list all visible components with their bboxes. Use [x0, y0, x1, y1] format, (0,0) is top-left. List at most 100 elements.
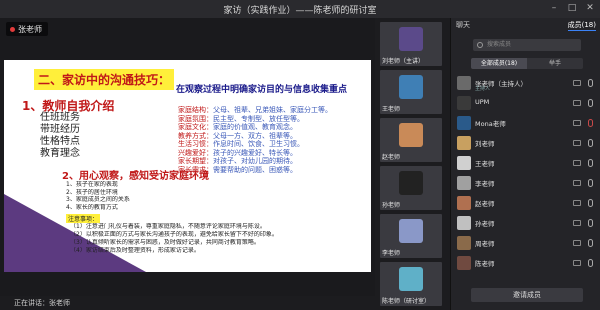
member-row[interactable]: 李老师 — [451, 173, 600, 193]
section2-line: 3、家庭成员之间的关系 — [66, 196, 130, 203]
member-row[interactable]: 周老师 — [451, 233, 600, 253]
tile-name: 刘老师（主讲） — [382, 58, 425, 65]
minimize-icon[interactable]: – — [548, 2, 560, 14]
avatar — [457, 216, 471, 230]
camera-icon[interactable] — [573, 100, 581, 106]
tab-chat[interactable]: 聊天 — [456, 20, 470, 30]
section1-line: 带班经历 — [40, 124, 80, 135]
camera-icon[interactable] — [573, 140, 581, 146]
video-tile[interactable]: 李老师 — [380, 214, 442, 258]
member-name: 刘老师 — [475, 140, 495, 148]
factor-row: 家庭氛围：民主型、专制型、放任型等。 — [178, 114, 304, 123]
camera-icon[interactable] — [573, 220, 581, 226]
mic-icon[interactable] — [588, 259, 593, 267]
video-tile[interactable]: 刘老师（主讲） — [380, 22, 442, 66]
member-search-input[interactable]: 搜索成员 — [473, 39, 581, 51]
section1-line: 任班班务 — [40, 112, 80, 123]
avatar — [399, 219, 423, 243]
section2-heading: 2、用心观察，感知受访家庭环境 — [62, 171, 209, 182]
close-icon[interactable]: ✕ — [584, 2, 596, 14]
video-tile[interactable]: 陈老师（研讨室） — [380, 262, 442, 306]
section2-line: 1、孩子在家的表现 — [66, 181, 118, 188]
camera-icon[interactable] — [573, 200, 581, 206]
member-list: 张老师（主持人） 主持人 UPM Mona老师 刘老师 王老师 李老师 赵老师 孙… — [451, 73, 600, 273]
tile-name: 陈老师（研讨室） — [382, 298, 431, 305]
video-tile[interactable]: 王老师 — [380, 70, 442, 114]
avatar — [457, 136, 471, 150]
factor-row: 教养方式：父母一方、双方、祖辈等。 — [178, 131, 297, 140]
search-icon — [477, 42, 483, 48]
member-name: 陈老师 — [475, 260, 495, 268]
mic-icon[interactable] — [588, 99, 593, 107]
member-row[interactable]: 陈老师 — [451, 253, 600, 273]
mic-icon[interactable] — [588, 219, 593, 227]
camera-icon[interactable] — [573, 80, 581, 86]
note-line: （1）注意进门礼仪与着装，尊重家庭隐私，不随意评论家庭环境与陈设。 — [70, 223, 266, 230]
member-name: 孙老师 — [475, 220, 495, 228]
section1-list: 任班班务 带班经历 性格特点 教育理念 — [40, 112, 80, 160]
camera-icon[interactable] — [573, 120, 581, 126]
mic-icon[interactable] — [588, 139, 593, 147]
recording-dot-icon — [10, 26, 15, 32]
member-name: 周老师 — [475, 240, 495, 248]
member-row[interactable]: Mona老师 — [451, 113, 600, 133]
panel-tabs: 聊天 成员(18) — [451, 18, 600, 32]
factor-row: 家长期望：对孩子、对幼儿园的期待。 — [178, 157, 297, 165]
section2-list: 1、孩子在家的表现 2、孩子的居住环境 3、家庭成员之间的关系 4、家长的教育方… — [66, 181, 176, 211]
mic-icon[interactable] — [588, 199, 593, 207]
mic-icon[interactable] — [588, 159, 593, 167]
tile-name: 赵老师 — [382, 154, 401, 161]
mic-muted-icon[interactable] — [588, 119, 593, 127]
member-row[interactable]: 张老师（主持人） 主持人 — [451, 73, 600, 93]
avatar — [457, 156, 471, 170]
mic-icon[interactable] — [588, 179, 593, 187]
member-filter: 全部成员(18) 举手 — [471, 58, 583, 69]
member-name: 李老师 — [475, 180, 495, 188]
avatar — [457, 96, 471, 110]
avatar — [399, 27, 423, 51]
meeting-window: 家访（实践作业）——陈老师的研讨室 – □ ✕ 张老师 二、家访中的沟通技巧： … — [0, 0, 600, 310]
member-row[interactable]: UPM — [451, 93, 600, 113]
member-name: Mona老师 — [475, 120, 506, 128]
speaker-tag: 张老师 — [6, 22, 48, 36]
member-row[interactable]: 孙老师 — [451, 213, 600, 233]
mic-icon[interactable] — [588, 239, 593, 247]
tile-name: 孙老师 — [382, 202, 401, 209]
avatar — [399, 267, 423, 291]
window-title: 家访（实践作业）——陈老师的研讨室 — [223, 6, 377, 16]
speaker-name: 张老师 — [18, 24, 42, 34]
section1-line: 性格特点 — [40, 136, 80, 147]
avatar — [457, 196, 471, 210]
members-panel: 聊天 成员(18) 搜索成员 全部成员(18) 举手 张老师（主持人） 主持人 U… — [450, 18, 600, 310]
avatar — [457, 236, 471, 250]
factor-row: 兴趣爱好：孩子的兴趣爱好、特长等。 — [178, 148, 297, 157]
avatar — [457, 256, 471, 270]
avatar — [399, 123, 423, 147]
mic-icon[interactable] — [588, 79, 593, 87]
factor-row: 家庭结构：父母、祖辈、兄弟姐妹、家庭分工等。 — [178, 106, 332, 114]
camera-icon[interactable] — [573, 240, 581, 246]
member-name: UPM — [475, 98, 490, 106]
avatar — [399, 171, 423, 195]
factor-row: 家庭文化：家庭的价值观、教育观念。 — [178, 123, 297, 131]
note-line: （3）认真倾听家长的需求与困惑，及时做好记录，共同商讨教育策略。 — [70, 239, 260, 246]
highlight-label: 注意事项： — [66, 214, 101, 223]
status-bar: 正在讲话：张老师 — [0, 296, 375, 310]
filter-raised-hand[interactable]: 举手 — [527, 58, 583, 69]
camera-icon[interactable] — [573, 260, 581, 266]
filter-all[interactable]: 全部成员(18) — [471, 58, 527, 69]
tab-members[interactable]: 成员(18) — [567, 20, 596, 31]
video-thumbnail-strip: 刘老师（主讲） 王老师 赵老师 孙老师 李老师 陈老师（研讨室） — [376, 18, 446, 310]
member-row[interactable]: 赵老师 — [451, 193, 600, 213]
camera-icon[interactable] — [573, 160, 581, 166]
info-factors: 家庭结构：父母、祖辈、兄弟姐妹、家庭分工等。 家庭氛围：民主型、专制型、放任型等… — [178, 106, 368, 174]
maximize-icon[interactable]: □ — [566, 2, 578, 14]
member-row[interactable]: 王老师 — [451, 153, 600, 173]
video-tile[interactable]: 赵老师 — [380, 118, 442, 162]
invite-button[interactable]: 邀请成员 — [471, 288, 583, 302]
video-tile[interactable]: 孙老师 — [380, 166, 442, 210]
camera-icon[interactable] — [573, 180, 581, 186]
member-row[interactable]: 刘老师 — [451, 133, 600, 153]
slide-title: 二、家访中的沟通技巧： — [34, 69, 175, 90]
notes-list: （1）注意进门礼仪与着装，尊重家庭隐私，不随意评论家庭环境与陈设。 （2）以积极… — [70, 223, 360, 255]
